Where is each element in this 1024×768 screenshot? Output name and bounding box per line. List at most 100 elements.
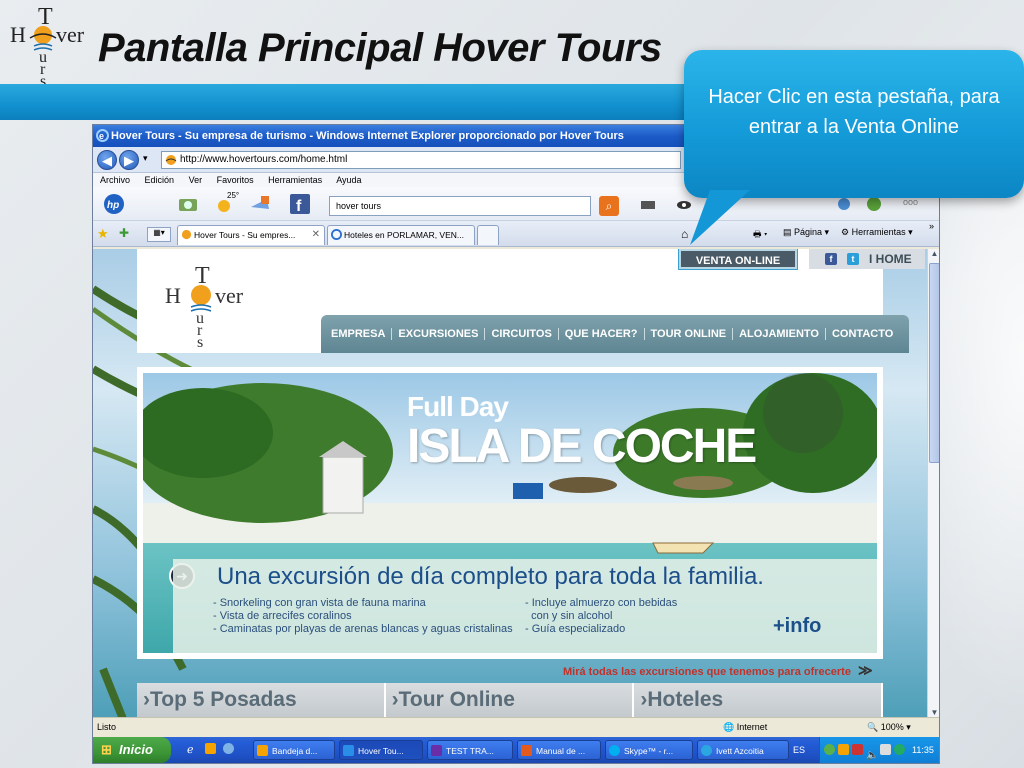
nav-contacto[interactable]: CONTACTO (826, 328, 899, 340)
nav-empresa[interactable]: EMPRESA (325, 328, 393, 340)
nav-excursiones[interactable]: EXCURSIONES (392, 328, 486, 340)
url-input[interactable]: http://www.hovertours.com/home.html (161, 151, 681, 169)
see-all-excursions-link[interactable]: Mirá todas las excursiones que tenemos p… (563, 662, 873, 679)
facebook-icon[interactable]: f (289, 193, 311, 215)
tab-bar: ★ ✚ ▦▾ Hover Tours - Su empres... ✕ Hote… (93, 221, 939, 247)
hp-icon[interactable]: hp (103, 193, 125, 215)
internet-zone: 🌐 Internet (723, 722, 768, 732)
menu-archivo[interactable]: Archivo (100, 175, 130, 185)
quicklaunch-outlook-icon[interactable] (205, 743, 216, 754)
clock[interactable]: 11:35 (912, 737, 934, 763)
tab-close-icon[interactable]: ✕ (312, 226, 320, 244)
tab-hoteles[interactable]: Hoteles en PORLAMAR, VEN... (327, 225, 475, 245)
top5-posadas-link[interactable]: ›Top 5 Posadas (137, 683, 386, 717)
site-header: T H ver u r s VENTA ON-LINE f t I HOME E… (137, 249, 925, 353)
tray-icon[interactable] (852, 744, 863, 755)
scroll-thumb[interactable] (929, 263, 939, 463)
tools-menu[interactable]: ⚙ Herramientas ▾ (841, 227, 913, 238)
more-icon[interactable]: ooo (903, 197, 918, 207)
start-button[interactable]: ⊞ Inicio (93, 737, 171, 763)
scroll-down-icon[interactable]: ▼ (928, 708, 939, 717)
banner-title-isla: ISLA DE COCHE (407, 420, 757, 473)
feature-item: - Caminatas por playas de arenas blancas… (213, 623, 513, 635)
task-label: TEST TRA... (446, 746, 494, 756)
ie-task-icon (343, 745, 354, 756)
chevron-right-icon[interactable]: » (929, 221, 934, 231)
back-button[interactable]: ◀ (97, 150, 117, 170)
task-chat[interactable]: Ivett Azcoitia (697, 740, 789, 760)
svg-text:e: e (99, 131, 104, 141)
quick-tabs-button[interactable]: ▦▾ (147, 227, 171, 242)
venta-online-button[interactable]: VENTA ON-LINE (679, 249, 797, 269)
browser-title: Hover Tours - Su empresa de turismo - Wi… (111, 130, 624, 142)
banner-frame: Full Day ISLA DE COCHE ➜ Una excursión d… (137, 367, 883, 659)
nav-alojamiento[interactable]: ALOJAMIENTO (733, 328, 826, 340)
task-outlook[interactable]: Bandeja d... (253, 740, 335, 760)
volume-icon[interactable]: 🔈 (866, 743, 878, 763)
add-favorite-icon[interactable]: ✚ (119, 226, 129, 240)
see-all-label: Mirá todas las excursiones que tenemos p… (563, 666, 851, 678)
svg-text:H: H (165, 283, 181, 308)
callout-text: Hacer Clic en esta pestaña, para entrar … (708, 86, 1000, 138)
nav-circuitos[interactable]: CIRCUITOS (485, 328, 559, 340)
windows-logo-icon: ⊞ (101, 742, 112, 757)
top-links: f t I HOME (809, 249, 925, 269)
toolbar-tool-icon[interactable] (637, 193, 659, 215)
slide-logo: T H ver u r s (10, 4, 85, 86)
weather-temp: 25° (227, 191, 240, 200)
browser-window: e Hover Tours - Su empresa de turismo - … (92, 124, 940, 764)
svg-text:ver: ver (215, 283, 244, 308)
nav-tour-online[interactable]: TOUR ONLINE (645, 328, 734, 340)
scroll-up-icon[interactable]: ▲ (928, 249, 939, 258)
tray-icon[interactable] (838, 744, 849, 755)
tray-icon[interactable] (894, 744, 905, 755)
start-label: Inicio (119, 742, 153, 757)
menu-favoritos[interactable]: Favoritos (217, 175, 254, 185)
toolbar-search-input[interactable]: hover tours (329, 196, 591, 216)
quicklaunch-ie-icon[interactable]: ℯ (187, 743, 194, 756)
zoom-control[interactable]: 🔍 100% ▾ (867, 718, 911, 736)
task-hover-tours[interactable]: Hover Tou... (339, 740, 423, 760)
tray-icon[interactable] (824, 744, 835, 755)
task-label: Skype™ - r... (624, 746, 674, 756)
tab-label: Hoteles en PORLAMAR, VEN... (344, 230, 464, 240)
history-dropdown-icon[interactable]: ▾ (143, 153, 148, 164)
forward-button[interactable]: ▶ (119, 150, 139, 170)
facebook-icon[interactable]: f (825, 253, 837, 265)
tray-icon[interactable] (880, 744, 891, 755)
isla-de-coche-banner[interactable]: Full Day ISLA DE COCHE ➜ Una excursión d… (143, 373, 877, 653)
status-bar: Listo 🌐 Internet 🔍 100% ▾ (93, 717, 939, 736)
tab-favicon (181, 229, 192, 240)
task-skype[interactable]: Skype™ - r... (605, 740, 693, 760)
banner-info-panel: Una excursión de día completo para toda … (173, 559, 877, 653)
page-scrollbar[interactable]: ▲ ▼ (927, 249, 939, 717)
svg-text:T: T (195, 263, 210, 289)
menu-ver[interactable]: Ver (189, 175, 203, 185)
email-icon[interactable] (249, 193, 271, 215)
task-test[interactable]: TEST TRA... (427, 740, 513, 760)
callout-box: Hacer Clic en esta pestaña, para entrar … (684, 50, 1024, 198)
hover-tours-logo[interactable]: T H ver u r s (157, 261, 267, 347)
language-indicator[interactable]: ES (793, 737, 805, 763)
page-menu[interactable]: ▤ Página ▾ (783, 227, 829, 238)
search-icon[interactable]: ⌕ (599, 196, 619, 216)
camera-icon[interactable] (177, 193, 199, 215)
test-app-icon (431, 745, 442, 756)
task-label: Bandeja d... (272, 746, 318, 756)
home-link[interactable]: I HOME (869, 249, 912, 269)
menu-ayuda[interactable]: Ayuda (336, 175, 361, 185)
hoteles-link[interactable]: ›Hoteles (634, 683, 884, 717)
menu-edicion[interactable]: Edición (145, 175, 175, 185)
new-tab-button[interactable] (477, 225, 499, 245)
task-manual[interactable]: Manual de ... (517, 740, 601, 760)
double-chevron-icon: ≫ (858, 662, 873, 678)
quicklaunch-app-icon[interactable] (223, 743, 234, 754)
menu-herramientas[interactable]: Herramientas (268, 175, 322, 185)
twitter-icon[interactable]: t (847, 253, 859, 265)
favorites-star-icon[interactable]: ★ (97, 226, 109, 242)
nav-que-hacer[interactable]: QUE HACER? (559, 328, 645, 340)
tour-online-link[interactable]: ›Tour Online (385, 683, 635, 717)
more-info-link[interactable]: +info (773, 615, 821, 638)
venta-online-label: VENTA ON-LINE (695, 255, 781, 267)
tab-hover-tours[interactable]: Hover Tours - Su empres... ✕ (177, 225, 325, 245)
